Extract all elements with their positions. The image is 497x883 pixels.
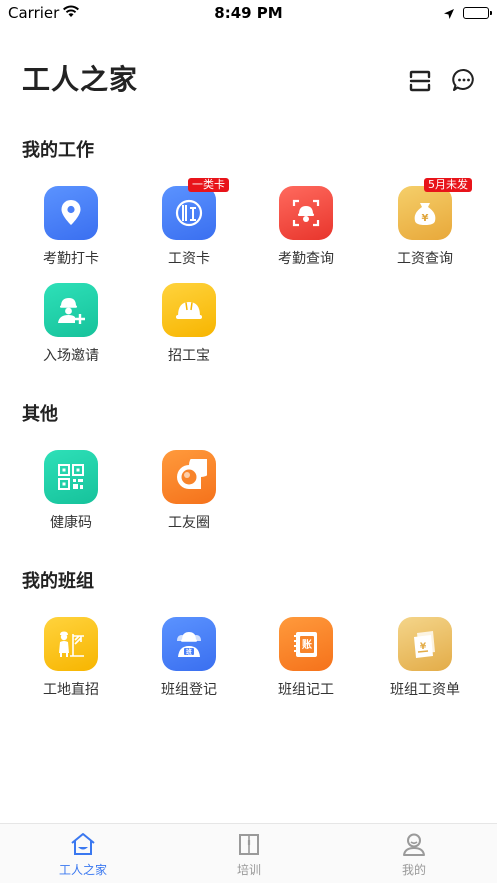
tab-mine[interactable]: 我的 bbox=[354, 830, 474, 878]
scan-button[interactable] bbox=[407, 68, 433, 94]
tile: 班 bbox=[162, 617, 216, 671]
status-bar: Carrier 8:49 PM bbox=[0, 0, 497, 28]
item-label: 工资卡 bbox=[168, 251, 210, 267]
worker-add-icon bbox=[58, 298, 85, 324]
location-arrow-icon bbox=[443, 6, 455, 24]
item-label: 招工宝 bbox=[168, 348, 210, 364]
section-title-team: 我的班组 bbox=[22, 571, 94, 592]
grid-item-salary-query[interactable]: ¥ 5月未发 工资查询 bbox=[366, 178, 484, 268]
grid-item-entry-invite[interactable]: 入场邀请 bbox=[12, 283, 130, 365]
tile bbox=[162, 283, 216, 337]
construction-worker-icon bbox=[59, 631, 84, 657]
grid-item-site-recruit[interactable]: 工地直招 bbox=[12, 617, 130, 699]
tile bbox=[44, 283, 98, 337]
bottom-tab-bar: 工人之家 培训 我的 bbox=[0, 823, 497, 883]
grid-item-attendance-query[interactable]: 考勤查询 bbox=[247, 186, 365, 268]
tab-home[interactable]: 工人之家 bbox=[23, 830, 143, 878]
grid-item-team-register[interactable]: 班 班组登记 bbox=[130, 617, 248, 699]
tile bbox=[44, 186, 98, 240]
section-title-other: 其他 bbox=[22, 404, 58, 425]
battery-icon bbox=[463, 7, 492, 19]
grid-item-attendance-checkin[interactable]: 考勤打卡 bbox=[12, 186, 130, 268]
grid-item-salary-card[interactable]: 一类卡 工资卡 bbox=[130, 178, 248, 268]
qr-code-icon bbox=[58, 464, 84, 490]
svg-text:¥: ¥ bbox=[420, 642, 427, 652]
grid-item-health-code[interactable]: 健康码 bbox=[12, 450, 130, 532]
tile bbox=[44, 450, 98, 504]
grid-item-recruit[interactable]: 招工宝 bbox=[130, 283, 248, 365]
tile: ¥ bbox=[398, 617, 452, 671]
section-title-work: 我的工作 bbox=[22, 140, 94, 161]
svg-text:班: 班 bbox=[186, 648, 192, 656]
tile bbox=[44, 617, 98, 671]
tile bbox=[162, 450, 216, 504]
tile: 一类卡 bbox=[162, 178, 229, 240]
grid-item-worker-circle[interactable]: 工友圈 bbox=[130, 450, 248, 532]
tile: ¥ 5月未发 bbox=[398, 178, 472, 240]
item-label: 入场邀请 bbox=[43, 348, 99, 364]
scan-icon bbox=[409, 70, 431, 92]
ledger-icon: 账 bbox=[294, 632, 317, 657]
chat-bubble-icon bbox=[452, 68, 474, 91]
helmet-scan-icon bbox=[292, 199, 320, 227]
item-label: 工地直招 bbox=[43, 682, 99, 698]
item-label: 班组工资单 bbox=[390, 682, 460, 698]
item-label: 班组记工 bbox=[278, 682, 334, 698]
tab-label: 工人之家 bbox=[58, 863, 107, 877]
tile bbox=[279, 186, 333, 240]
user-icon bbox=[403, 833, 425, 856]
svg-text:¥: ¥ bbox=[422, 213, 429, 224]
badge: 一类卡 bbox=[188, 178, 229, 192]
app-header: 工人之家 bbox=[22, 58, 477, 102]
item-label: 工资查询 bbox=[397, 251, 453, 267]
svg-text:账: 账 bbox=[302, 638, 312, 651]
location-pin-icon bbox=[61, 200, 81, 225]
money-bag-icon: ¥ bbox=[414, 203, 436, 225]
tab-label: 我的 bbox=[401, 863, 426, 877]
grid-item-team-worklog[interactable]: 账 班组记工 bbox=[247, 617, 365, 699]
item-label: 工友圈 bbox=[168, 515, 210, 531]
home-icon bbox=[71, 833, 95, 855]
bank-card-icon bbox=[175, 199, 203, 227]
clock: 8:49 PM bbox=[214, 4, 283, 22]
hard-hat-icon bbox=[176, 302, 202, 319]
grid-item-team-payslip[interactable]: ¥ 班组工资单 bbox=[366, 617, 484, 699]
badge: 5月未发 bbox=[424, 178, 472, 192]
item-label: 健康码 bbox=[50, 515, 92, 531]
tab-label: 培训 bbox=[236, 863, 261, 877]
message-button[interactable] bbox=[451, 67, 477, 93]
item-label: 班组登记 bbox=[161, 682, 217, 698]
item-label: 考勤打卡 bbox=[43, 251, 99, 267]
tab-training[interactable]: 培训 bbox=[189, 830, 309, 878]
chat-circle-icon bbox=[177, 459, 207, 489]
book-icon bbox=[239, 834, 259, 855]
tile: 账 bbox=[279, 617, 333, 671]
item-label: 考勤查询 bbox=[278, 251, 334, 267]
team-helmet-icon: 班 bbox=[177, 632, 201, 657]
payslip-icon: ¥ bbox=[414, 631, 435, 658]
